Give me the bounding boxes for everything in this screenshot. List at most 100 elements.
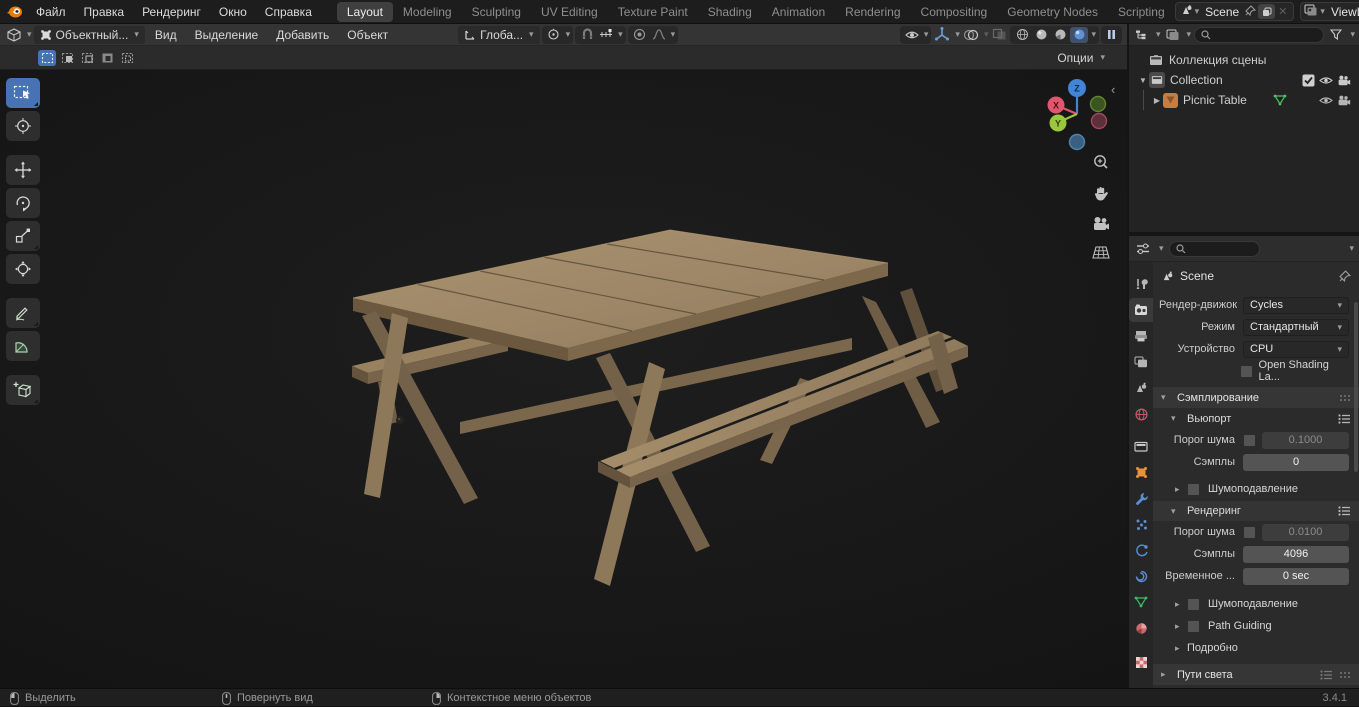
gizmo-neg-z-axis[interactable] bbox=[1068, 133, 1086, 151]
tool-select-box[interactable] bbox=[6, 78, 40, 108]
snap-magnet-icon[interactable] bbox=[578, 27, 596, 43]
filter-funnel-icon[interactable] bbox=[1327, 27, 1345, 43]
transform-orientation-dropdown[interactable]: Глоба... ▾ bbox=[458, 25, 540, 44]
proportional-edit-icon[interactable] bbox=[631, 27, 649, 43]
camera-view-icon[interactable] bbox=[1092, 216, 1110, 235]
shading-wireframe-icon[interactable] bbox=[1013, 27, 1031, 43]
shading-material-icon[interactable] bbox=[1051, 27, 1069, 43]
viewport-denoise-checkbox[interactable] bbox=[1187, 482, 1200, 496]
disable-render-camera-icon[interactable] bbox=[1335, 75, 1353, 86]
tab-geometry-nodes[interactable]: Geometry Nodes bbox=[997, 2, 1108, 22]
viewlayer-selector[interactable]: ▾ ViewLayer ✕ bbox=[1300, 2, 1359, 21]
tab-sculpting[interactable]: Sculpting bbox=[462, 2, 531, 22]
render-panel-header[interactable]: ▾ Рендеринг bbox=[1153, 500, 1359, 521]
gizmo-neg-y-axis[interactable] bbox=[1089, 95, 1107, 113]
tab-collection[interactable] bbox=[1129, 434, 1153, 458]
render-samples-field[interactable]: 4096 bbox=[1243, 545, 1349, 563]
editor-type-3d-icon[interactable] bbox=[5, 27, 23, 43]
advanced-row[interactable]: ▸ Подробно bbox=[1153, 637, 1359, 659]
pause-preview-button[interactable] bbox=[1101, 25, 1122, 44]
hide-eye-icon[interactable] bbox=[1317, 75, 1335, 86]
viewport-3d[interactable]: Z X Y ‹ bbox=[0, 70, 1127, 688]
tab-rendering[interactable]: Rendering bbox=[835, 2, 910, 22]
tab-tool[interactable] bbox=[1129, 272, 1153, 296]
gizmo-neg-x-axis[interactable] bbox=[1090, 112, 1108, 130]
tool-options-dropdown[interactable]: Опции ▾ bbox=[1057, 51, 1105, 65]
tool-move[interactable] bbox=[6, 155, 40, 185]
sidebar-collapse-arrow[interactable]: ‹ bbox=[1111, 82, 1115, 97]
osl-checkbox[interactable] bbox=[1239, 364, 1253, 378]
hide-eye-icon[interactable] bbox=[1317, 95, 1335, 106]
menu-object[interactable]: Объект bbox=[339, 26, 396, 44]
shading-solid-icon[interactable] bbox=[1032, 27, 1050, 43]
select-mode-intersect[interactable] bbox=[118, 50, 136, 66]
tab-scene[interactable] bbox=[1129, 376, 1153, 400]
noise-threshold-checkbox[interactable] bbox=[1243, 433, 1256, 447]
tab-animation[interactable]: Animation bbox=[762, 2, 835, 22]
tab-shading[interactable]: Shading bbox=[698, 2, 762, 22]
tab-uv-editing[interactable]: UV Editing bbox=[531, 2, 608, 22]
scene-selector[interactable]: ▾ Scene ✕ bbox=[1174, 2, 1295, 21]
outliner-display-mode-icon[interactable] bbox=[1164, 27, 1182, 43]
tab-scripting[interactable]: Scripting bbox=[1108, 2, 1175, 22]
pivot-point-dropdown[interactable]: ▾ bbox=[541, 25, 574, 44]
tab-layout[interactable]: Layout bbox=[336, 1, 393, 22]
tab-modifiers[interactable] bbox=[1129, 486, 1153, 510]
tab-output[interactable] bbox=[1129, 324, 1153, 348]
menu-add[interactable]: Добавить bbox=[268, 26, 337, 44]
editor-type-outliner-icon[interactable] bbox=[1133, 27, 1151, 43]
viewport-panel-header[interactable]: ▾ Вьюпорт bbox=[1153, 408, 1359, 429]
mode-dropdown[interactable]: Объектный... ▾ bbox=[33, 25, 145, 44]
tab-particles[interactable] bbox=[1129, 512, 1153, 536]
device-dropdown[interactable]: CPU ▾ bbox=[1243, 340, 1349, 358]
tool-scale[interactable] bbox=[6, 221, 40, 251]
tab-constraints[interactable] bbox=[1129, 564, 1153, 588]
render-denoise-row[interactable]: ▸ Шумоподавление bbox=[1153, 593, 1359, 615]
render-noise-threshold-field[interactable]: 0.0100 bbox=[1262, 523, 1349, 541]
menu-window[interactable]: Окно bbox=[210, 3, 256, 21]
tool-rotate[interactable] bbox=[6, 188, 40, 218]
pan-hand-icon[interactable] bbox=[1092, 185, 1110, 206]
path-guiding-row[interactable]: ▸ Path Guiding bbox=[1153, 615, 1359, 637]
outliner-row-scene-collection[interactable]: Коллекция сцены bbox=[1129, 50, 1359, 70]
disclosure-triangle-icon[interactable]: ▶ bbox=[1151, 96, 1163, 105]
light-paths-panel-header[interactable]: ▸ Пути света bbox=[1153, 663, 1359, 685]
menu-file[interactable]: Файл bbox=[27, 3, 75, 21]
tab-texture[interactable] bbox=[1129, 650, 1153, 674]
picnic-table-render[interactable] bbox=[0, 70, 1127, 688]
tab-world[interactable] bbox=[1129, 402, 1153, 426]
tab-modeling[interactable]: Modeling bbox=[393, 2, 462, 22]
menu-select[interactable]: Выделение bbox=[187, 26, 267, 44]
render-denoise-checkbox[interactable] bbox=[1187, 597, 1200, 611]
editor-type-properties-icon[interactable] bbox=[1134, 241, 1152, 257]
menu-help[interactable]: Справка bbox=[256, 3, 321, 21]
tool-cursor[interactable] bbox=[6, 111, 40, 141]
menu-view[interactable]: Вид bbox=[147, 26, 185, 44]
perspective-grid-icon[interactable] bbox=[1092, 245, 1110, 263]
properties-search-input[interactable] bbox=[1168, 240, 1260, 257]
xray-toggle-icon[interactable] bbox=[990, 27, 1008, 43]
pin-icon[interactable] bbox=[1245, 4, 1257, 19]
tab-view-layer[interactable] bbox=[1129, 350, 1153, 374]
viewport-samples-field[interactable]: 0 bbox=[1243, 453, 1349, 471]
viewport-denoise-row[interactable]: ▸ Шумоподавление bbox=[1153, 478, 1359, 500]
tab-object[interactable] bbox=[1129, 460, 1153, 484]
visibility-dropdown[interactable]: ▾ bbox=[899, 25, 932, 44]
tab-object-data[interactable] bbox=[1129, 590, 1153, 614]
navigation-gizmo[interactable]: Z X Y bbox=[1037, 78, 1119, 161]
presets-icon[interactable] bbox=[1320, 669, 1333, 680]
engine-dropdown[interactable]: Cycles ▾ bbox=[1243, 296, 1349, 314]
select-mode-new[interactable] bbox=[38, 49, 56, 66]
disable-render-camera-icon[interactable] bbox=[1335, 95, 1353, 106]
tab-compositing[interactable]: Compositing bbox=[911, 2, 998, 22]
new-scene-button[interactable] bbox=[1258, 4, 1276, 19]
tool-add-cube[interactable] bbox=[6, 375, 40, 405]
outliner-search-input[interactable] bbox=[1194, 26, 1325, 43]
sampling-panel-header[interactable]: ▾ Сэмплирование bbox=[1153, 386, 1359, 408]
properties-scrollbar[interactable] bbox=[1354, 302, 1358, 472]
select-mode-extend[interactable] bbox=[58, 50, 76, 66]
tool-annotate[interactable] bbox=[6, 298, 40, 328]
menu-render[interactable]: Рендеринг bbox=[133, 3, 210, 21]
viewport-noise-threshold-field[interactable]: 0.1000 bbox=[1262, 431, 1349, 449]
render-noise-threshold-checkbox[interactable] bbox=[1243, 525, 1256, 539]
